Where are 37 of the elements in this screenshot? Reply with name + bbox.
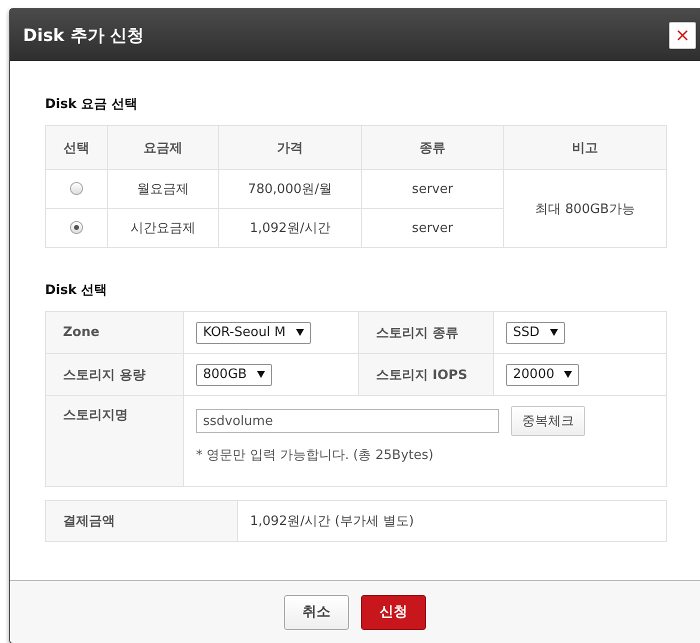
window-title: Disk 추가 신청 xyxy=(23,24,144,46)
caret-icon xyxy=(550,329,558,336)
caret-icon xyxy=(564,371,572,378)
column-header: 요금제 xyxy=(108,126,218,170)
section-title: Disk 요금 선택 xyxy=(45,96,139,113)
duplicate-check-button[interactable]: 중복체크 xyxy=(511,406,585,436)
table-cell: 최대 800GB가능 xyxy=(504,170,666,248)
dropdown[interactable]: SSD xyxy=(506,322,565,344)
table-cell: 월요금제 xyxy=(108,170,218,208)
dropdown[interactable]: 800GB xyxy=(196,364,272,386)
dropdown[interactable]: 20000 xyxy=(506,364,580,386)
table-cell: server xyxy=(362,170,504,208)
dropdown[interactable]: KOR-Seoul M xyxy=(196,322,311,344)
close-button[interactable]: × xyxy=(669,22,696,48)
table-cell: 1,092원/시간 xyxy=(218,208,362,248)
radio-button[interactable] xyxy=(70,221,83,234)
field-label: 스토리지 종류 xyxy=(358,312,494,354)
radio-button[interactable] xyxy=(70,182,83,196)
submit-button[interactable]: 신청 xyxy=(361,594,426,630)
table-cell: 시간요금제 xyxy=(108,208,218,248)
caret-icon xyxy=(296,329,304,336)
column-header: 종류 xyxy=(362,126,504,170)
table-cell: 780,000원/월 xyxy=(218,170,362,208)
hint-text: * 영문만 입력 가능합니다. (총 25Bytes) xyxy=(196,447,434,464)
field-label: 결제금액 xyxy=(46,500,238,542)
column-header: 가격 xyxy=(218,126,362,170)
caret-icon xyxy=(256,371,265,378)
section-title: Disk 선택 xyxy=(45,282,108,299)
field-label: Zone xyxy=(46,312,184,354)
field-label: 스토리지명 xyxy=(46,396,184,486)
input-field[interactable]: ssdvolume xyxy=(196,409,499,433)
field-label: 스토리지 IOPS xyxy=(358,354,494,396)
column-header: 선택 xyxy=(46,126,108,170)
column-header: 비고 xyxy=(504,126,666,170)
payment-amount: 1,092원/시간 (부가세 별도) xyxy=(238,500,666,542)
field-label: 스토리지 용량 xyxy=(46,354,184,396)
cancel-button[interactable]: 취소 xyxy=(284,594,349,630)
